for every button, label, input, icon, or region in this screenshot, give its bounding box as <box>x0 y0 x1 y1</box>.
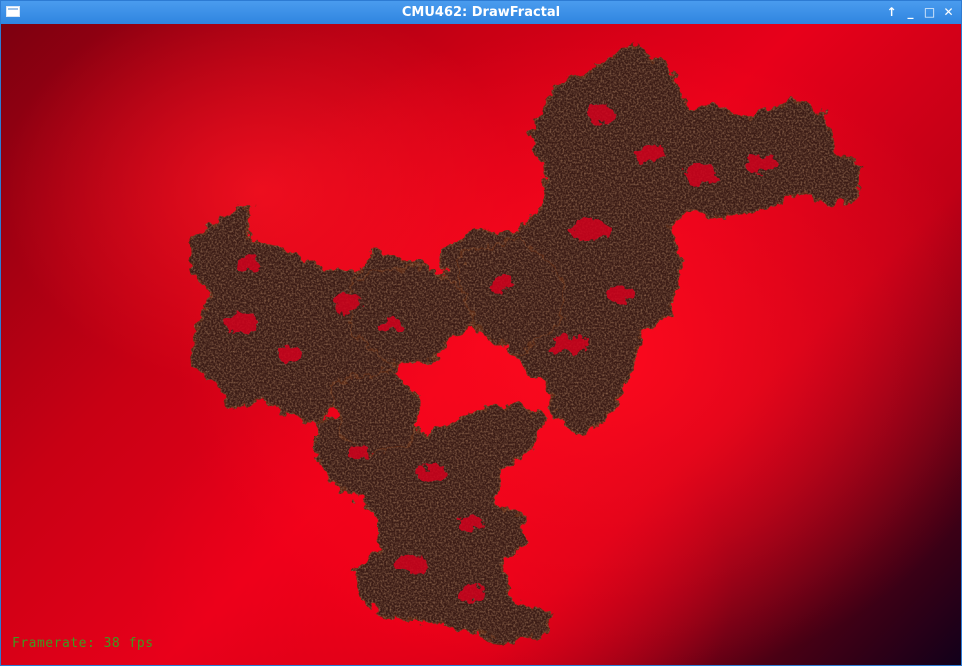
app-window: CMU462: DrawFractal ↑ _ □ ✕ Framerate: 3… <box>0 0 962 666</box>
minimize-icon[interactable]: _ <box>902 3 919 21</box>
framerate-label: Framerate: 38 fps <box>12 636 154 651</box>
render-canvas[interactable]: Framerate: 38 fps <box>1 24 961 665</box>
close-icon[interactable]: ✕ <box>940 3 957 21</box>
fractal-drawing <box>189 44 863 646</box>
title-bar[interactable]: CMU462: DrawFractal ↑ _ □ ✕ <box>1 1 961 24</box>
window-title: CMU462: DrawFractal <box>401 5 561 20</box>
keep-above-icon[interactable]: ↑ <box>883 3 900 21</box>
window-controls: ↑ _ □ ✕ <box>883 3 957 21</box>
maximize-icon[interactable]: □ <box>921 3 938 21</box>
